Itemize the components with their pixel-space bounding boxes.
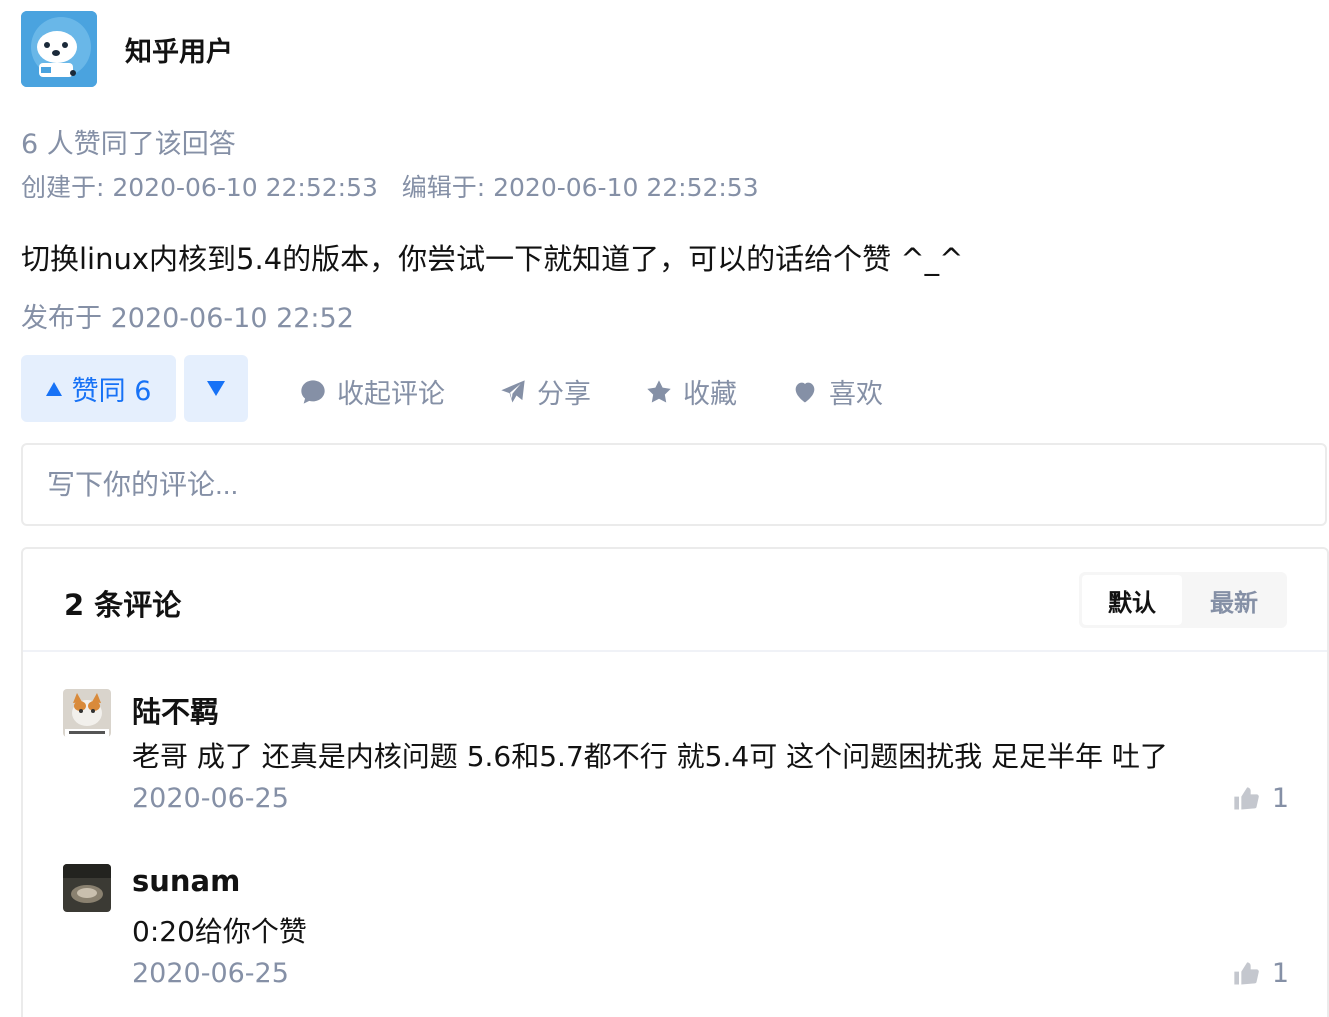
arrow-down-icon bbox=[207, 381, 225, 396]
author-header: 知乎用户 bbox=[21, 11, 233, 87]
sort-latest-tab[interactable]: 最新 bbox=[1184, 575, 1284, 625]
like-label: 喜欢 bbox=[829, 379, 883, 410]
comments-count: 2 条评论 bbox=[64, 588, 182, 622]
author-avatar[interactable] bbox=[21, 11, 97, 87]
cat-avatar-icon bbox=[63, 689, 111, 737]
answer-dates: 创建于: 2020-06-10 22:52:53 编辑于: 2020-06-10… bbox=[21, 173, 759, 202]
comment-like-count: 1 bbox=[1271, 783, 1289, 814]
comments-header: 2 条评论 默认 最新 bbox=[23, 549, 1327, 652]
vote-summary: 6 人赞同了该回答 bbox=[21, 129, 236, 160]
comment-date: 2020-06-25 bbox=[132, 958, 289, 989]
comment-date: 2020-06-25 bbox=[132, 783, 289, 814]
avatar[interactable] bbox=[63, 864, 111, 912]
collapse-comments-button[interactable]: 收起评论 bbox=[299, 372, 445, 411]
vote-up-label: 赞同 6 bbox=[71, 376, 152, 407]
comments-section: 2 条评论 默认 最新 陆不羁 老哥 成了 还真是内核问题 5.6和5.7都不行… bbox=[21, 547, 1329, 1017]
collect-label: 收藏 bbox=[683, 379, 737, 410]
comment-like-button[interactable]: 1 bbox=[1232, 958, 1289, 989]
vote-up-button[interactable]: 赞同 6 bbox=[21, 355, 176, 422]
publish-time[interactable]: 发布于 2020-06-10 22:52 bbox=[21, 296, 354, 335]
heart-icon bbox=[795, 382, 815, 402]
like-button[interactable]: 喜欢 bbox=[791, 372, 883, 411]
comment-author[interactable]: 陆不羁 bbox=[132, 689, 219, 731]
comment-text: 老哥 成了 还真是内核问题 5.6和5.7都不行 就5.4可 这个问题困扰我 足… bbox=[132, 740, 1168, 773]
answer-content: 切换linux内核到5.4的版本，你尝试一下就知道了，可以的话给个赞 ^_^ bbox=[21, 242, 964, 276]
answer-page: 知乎用户 6 人赞同了该回答 创建于: 2020-06-10 22:52:53 … bbox=[0, 0, 1329, 1017]
vote-down-button[interactable] bbox=[184, 355, 248, 422]
comment-input[interactable] bbox=[21, 443, 1327, 526]
share-button[interactable]: 分享 bbox=[499, 372, 591, 411]
comment-text: 0:20给你个赞 bbox=[132, 915, 307, 948]
sort-default-tab[interactable]: 默认 bbox=[1082, 575, 1182, 625]
arrow-up-icon bbox=[45, 381, 62, 396]
collapse-comments-label: 收起评论 bbox=[337, 379, 445, 410]
avatar[interactable] bbox=[63, 689, 111, 737]
comment-like-count: 1 bbox=[1271, 958, 1289, 989]
comment-item: sunam 0:20给你个赞 2020-06-25 1 bbox=[63, 864, 1289, 1004]
comment-item: 陆不羁 老哥 成了 还真是内核问题 5.6和5.7都不行 就5.4可 这个问题困… bbox=[63, 689, 1289, 829]
star-icon bbox=[647, 379, 671, 402]
paper-plane-icon bbox=[501, 379, 525, 402]
sort-switch: 默认 最新 bbox=[1079, 572, 1287, 628]
thumbs-up-icon bbox=[1234, 786, 1259, 809]
share-label: 分享 bbox=[537, 379, 591, 410]
author-name[interactable]: 知乎用户 bbox=[125, 30, 233, 69]
photo-avatar-icon bbox=[63, 864, 111, 912]
zhihu-default-avatar-icon bbox=[21, 11, 97, 87]
collect-button[interactable]: 收藏 bbox=[645, 372, 737, 411]
comment-author[interactable]: sunam bbox=[132, 864, 240, 898]
comment-like-button[interactable]: 1 bbox=[1232, 783, 1289, 814]
thumbs-up-icon bbox=[1234, 961, 1259, 984]
comment-bubble-icon bbox=[301, 379, 325, 404]
